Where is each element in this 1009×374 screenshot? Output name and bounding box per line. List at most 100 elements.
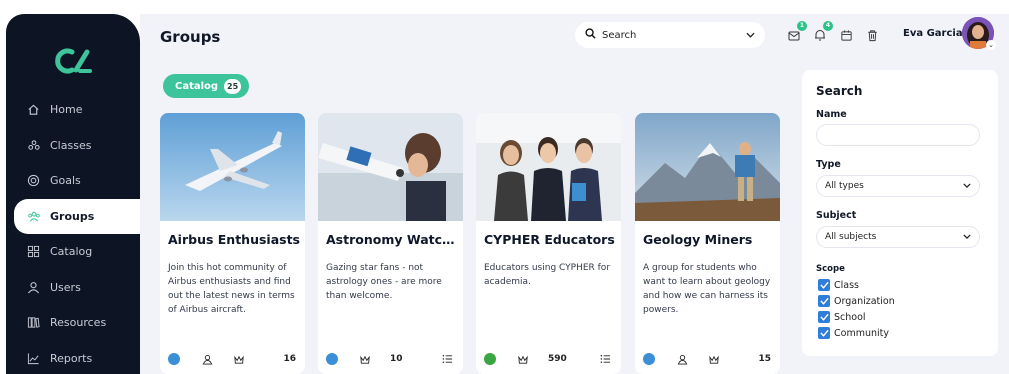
list-icon <box>598 352 612 366</box>
reports-icon <box>26 351 41 366</box>
user-icon <box>200 352 214 366</box>
avatar-chevron-icon[interactable]: ⌄ <box>986 40 996 50</box>
sidebar-item-label: Goals <box>50 174 81 188</box>
checkbox-checked-icon[interactable] <box>818 295 830 307</box>
sidebar-item-reports[interactable]: Reports <box>6 341 140 374</box>
scope-label: Scope <box>816 264 845 274</box>
user-icon <box>675 352 689 366</box>
type-select-value: All types <box>825 181 864 191</box>
group-title[interactable]: CYPHER Educators <box>484 232 620 247</box>
sidebar-item-label: Users <box>50 280 81 294</box>
checkbox-checked-icon[interactable] <box>818 311 830 323</box>
header-actions: 1 4 <box>785 21 889 44</box>
sidebar-item-home[interactable]: Home <box>6 92 140 128</box>
group-description: A group for students who want to learn a… <box>643 263 771 315</box>
name-field[interactable] <box>816 124 980 146</box>
card-footer: 16 <box>168 351 296 367</box>
group-description: Join this hot community of Airbus enthus… <box>168 263 295 315</box>
messages-icon[interactable]: 1 <box>785 21 807 44</box>
checkbox-checked-icon[interactable] <box>818 327 830 339</box>
messages-badge: 1 <box>797 21 807 31</box>
app-root: Home Classes Goals Groups Catalog Users <box>0 0 1009 374</box>
sidebar-item-label: Resources <box>50 316 107 330</box>
scope-option-label: Community <box>834 327 889 339</box>
sidebar-item-resources[interactable]: Resources <box>6 305 140 341</box>
crown-icon <box>232 352 246 366</box>
sidebar-item-goals[interactable]: Goals <box>6 163 140 199</box>
name-label: Name <box>816 109 847 120</box>
search-input[interactable]: Search <box>575 22 765 48</box>
member-avatar-icon <box>168 353 180 365</box>
card-footer: 10 <box>326 351 454 367</box>
scope-option-community[interactable]: Community <box>818 327 889 339</box>
type-label: Type <box>816 159 841 170</box>
subject-label: Subject <box>816 210 857 221</box>
group-image-airplane <box>160 113 305 221</box>
scope-option-label: Organization <box>834 295 895 307</box>
classes-icon <box>26 138 41 153</box>
goals-icon <box>26 173 41 188</box>
member-count: 10 <box>390 354 403 364</box>
card-footer: 15 <box>643 351 771 367</box>
search-filter-panel: Search Name Type All types Subject All s… <box>802 70 998 356</box>
group-card[interactable]: Astronomy Watch... Gazing star fans - no… <box>318 113 463 374</box>
sidebar-item-classes[interactable]: Classes <box>6 128 140 164</box>
group-title[interactable]: Astronomy Watch... <box>326 232 462 247</box>
catalog-tab-label: Catalog <box>175 80 219 92</box>
catalog-count-badge: 25 <box>224 78 242 94</box>
crown-icon <box>707 352 721 366</box>
page-title: Groups <box>160 28 221 46</box>
chevron-down-icon <box>963 232 971 242</box>
tab-catalog[interactable]: Catalog 25 <box>163 74 249 98</box>
checkbox-checked-icon[interactable] <box>818 279 830 291</box>
member-count: 16 <box>283 354 296 364</box>
sidebar-item-label: Groups <box>50 209 95 223</box>
calendar-icon[interactable] <box>837 26 855 44</box>
group-image-educators <box>476 113 621 221</box>
sidebar-item-label: Home <box>50 103 83 117</box>
group-card[interactable]: CYPHER Educators Educators using CYPHER … <box>476 113 621 374</box>
sidebar-nav: Home Classes Goals Groups Catalog Users <box>6 92 140 374</box>
user-name[interactable]: Eva Garcia <box>903 28 963 39</box>
member-count: 590 <box>548 354 567 364</box>
member-count: 15 <box>758 354 771 364</box>
group-description: Educators using CYPHER for academia. <box>484 263 611 287</box>
group-title[interactable]: Geology Miners <box>643 232 779 247</box>
subject-select[interactable]: All subjects <box>816 226 980 248</box>
catalog-icon <box>26 244 41 259</box>
crown-icon <box>358 352 372 366</box>
notifications-badge: 4 <box>823 21 833 31</box>
sidebar-item-catalog[interactable]: Catalog <box>6 234 140 270</box>
scope-option-class[interactable]: Class <box>818 279 859 291</box>
search-placeholder: Search <box>602 29 637 41</box>
scope-option-organization[interactable]: Organization <box>818 295 895 307</box>
group-title[interactable]: Airbus Enthusiasts <box>168 232 304 247</box>
group-card[interactable]: Geology Miners A group for students who … <box>635 113 780 374</box>
member-avatar-icon <box>643 353 655 365</box>
member-avatar-icon <box>484 353 496 365</box>
home-icon <box>26 102 41 117</box>
group-card[interactable]: Airbus Enthusiasts Join this hot communi… <box>160 113 305 374</box>
scope-option-label: Class <box>834 279 859 291</box>
group-image-telescope <box>318 113 463 221</box>
group-image-mountains <box>635 113 780 221</box>
sidebar-item-users[interactable]: Users <box>6 270 140 306</box>
sidebar-item-groups[interactable]: Groups <box>14 198 140 234</box>
search-icon <box>585 28 596 42</box>
list-icon <box>440 352 454 366</box>
panel-title: Search <box>816 84 863 98</box>
bell-icon[interactable]: 4 <box>811 21 833 44</box>
group-description: Gazing star fans - not astrology ones - … <box>326 263 442 301</box>
users-icon <box>26 280 41 295</box>
scope-option-school[interactable]: School <box>818 311 866 323</box>
subject-select-value: All subjects <box>825 232 877 242</box>
main-content: Groups Search 1 4 Eva Garcia ⌄ Catalog 2… <box>140 14 1009 374</box>
type-select[interactable]: All types <box>816 175 980 197</box>
chevron-down-icon[interactable] <box>746 30 755 41</box>
app-logo <box>55 48 92 74</box>
card-footer: 590 <box>484 351 612 367</box>
sidebar-item-label: Reports <box>50 351 93 365</box>
chevron-down-icon <box>963 181 971 191</box>
trash-icon[interactable] <box>863 26 881 44</box>
sidebar: Home Classes Goals Groups Catalog Users <box>6 14 140 374</box>
